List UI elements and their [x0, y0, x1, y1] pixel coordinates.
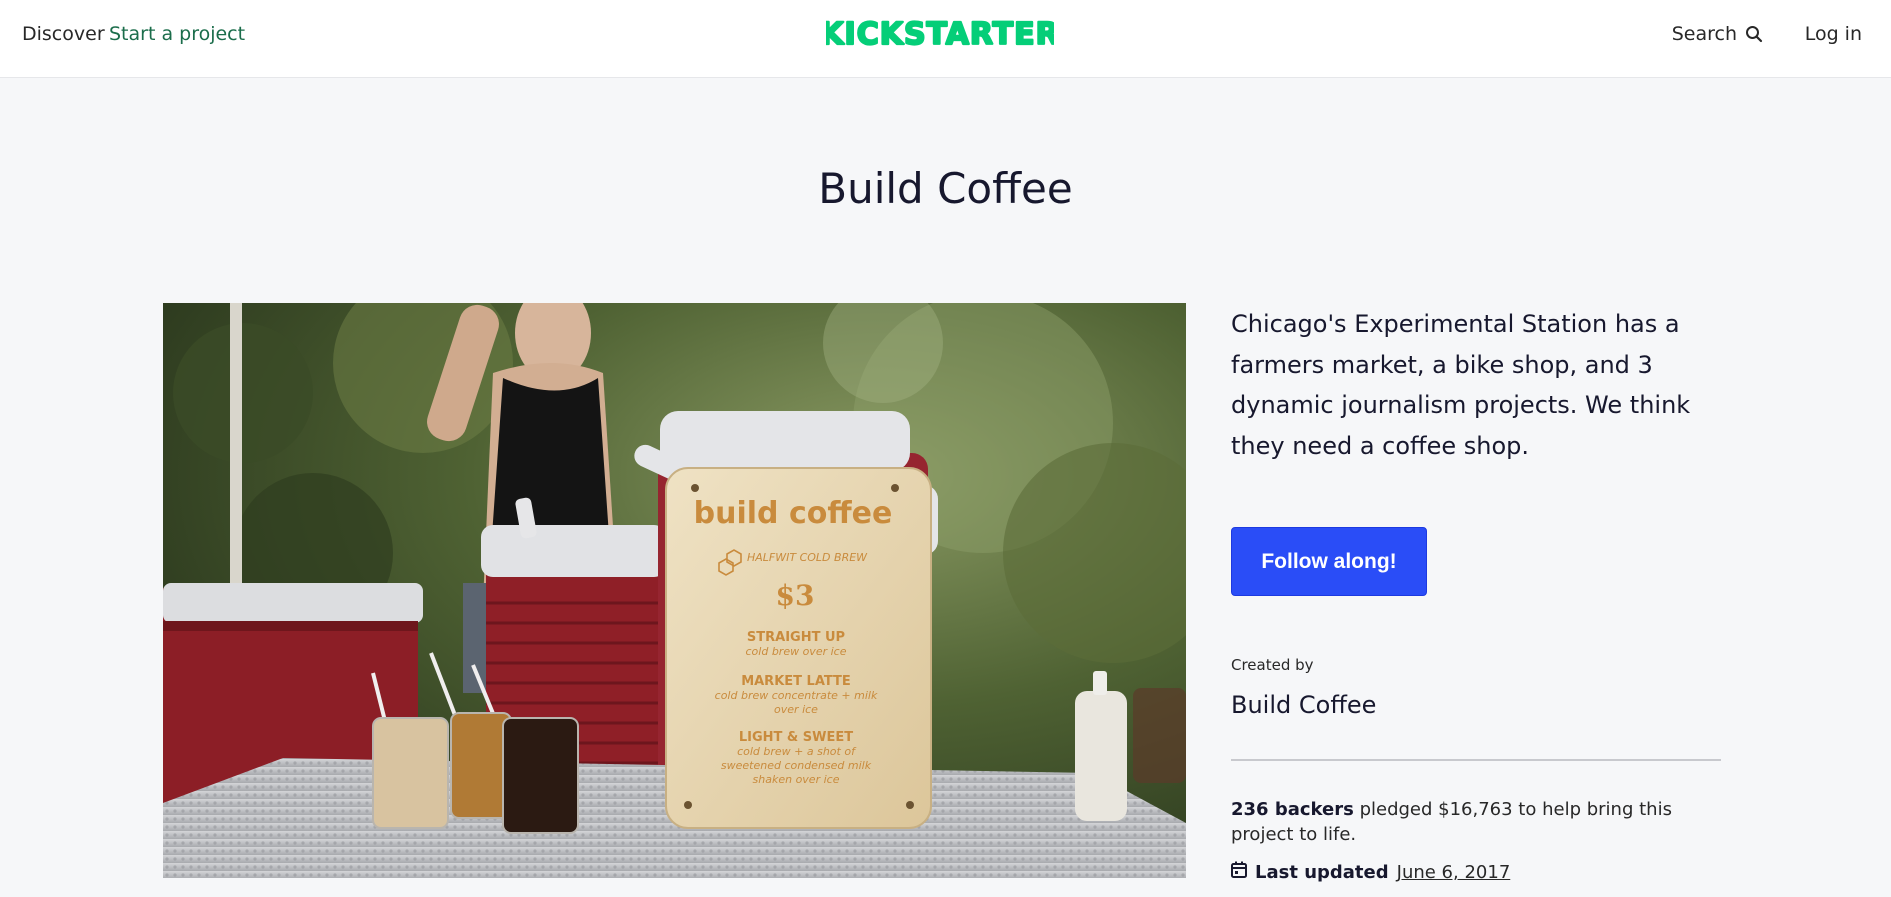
top-nav: Discover Start a project KICKSTARTER Sea… — [0, 0, 1891, 78]
sign-item-desc: over ice — [774, 703, 818, 716]
last-updated-label: Last updated — [1255, 862, 1389, 883]
nav-login-link[interactable]: Log in — [1805, 22, 1862, 46]
nav-discover-link[interactable]: Discover — [22, 22, 105, 46]
funding-summary: 236 backers pledged $16,763 to help brin… — [1231, 797, 1731, 847]
nav-search-button[interactable]: Search — [1672, 22, 1763, 46]
sign-item-desc: cold brew + a shot of — [737, 745, 857, 758]
nav-search-label: Search — [1671, 23, 1737, 45]
sign-item-desc: sweetened condensed milk — [721, 759, 872, 772]
last-updated-date-link[interactable]: June 6, 2017 — [1397, 861, 1511, 885]
logo-wordmark: KICKSTARTER — [826, 17, 1054, 49]
kickstarter-logo[interactable]: KICKSTARTER — [826, 17, 1054, 49]
nav-start-project-link[interactable]: Start a project — [109, 22, 245, 46]
sign-headline: build coffee — [694, 496, 893, 531]
sign-item-desc: cold brew over ice — [746, 645, 847, 658]
sign-price: $3 — [776, 579, 815, 612]
sign-brand: HALFWIT COLD BREW — [747, 551, 868, 564]
creator-name-link[interactable]: Build Coffee — [1231, 690, 1376, 720]
divider — [1231, 759, 1721, 761]
backers-count: 236 backers — [1231, 799, 1354, 820]
sign-item-name: LIGHT & SWEET — [739, 730, 853, 745]
project-hero-image: build coffee HALFWIT COLD BREW $3 STRAIG… — [163, 303, 1186, 878]
sign-item-desc: shaken over ice — [753, 773, 840, 786]
last-updated: Last updated June 6, 2017 — [1231, 861, 1510, 885]
sign-item-desc: cold brew concentrate + milk — [715, 689, 878, 702]
follow-along-button[interactable]: Follow along! — [1231, 527, 1427, 596]
created-by-label: Created by — [1231, 656, 1314, 674]
project-blurb: Chicago's Experimental Station has a far… — [1231, 310, 1691, 460]
search-icon — [1745, 25, 1763, 43]
calendar-icon — [1231, 861, 1247, 885]
sign-item-name: STRAIGHT UP — [747, 630, 845, 645]
project-title: Build Coffee — [818, 164, 1073, 213]
sign-item-name: MARKET LATTE — [741, 674, 851, 689]
